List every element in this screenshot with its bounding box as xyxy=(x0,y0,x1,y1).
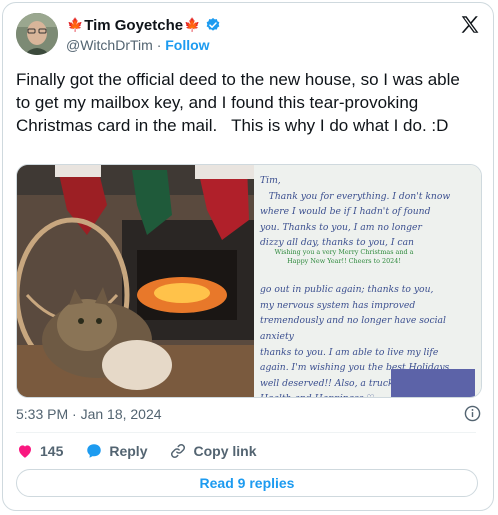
tweet-media[interactable]: Tim, Thank you for everything. I don't k… xyxy=(16,164,482,398)
display-name[interactable]: Tim Goyetche xyxy=(84,17,183,34)
tweet-text: Finally got the official deed to the new… xyxy=(16,70,465,135)
x-logo-icon[interactable] xyxy=(459,14,481,36)
like-count: 145 xyxy=(40,443,64,459)
christmas-card-photo[interactable]: Tim, Thank you for everything. I don't k… xyxy=(254,165,481,397)
fireplace-cat-photo[interactable] xyxy=(17,165,254,397)
link-icon xyxy=(171,443,186,459)
card-handwriting: Tim, Thank you for everything. I don't k… xyxy=(260,175,451,397)
avatar-image xyxy=(16,13,58,55)
card-printed-greeting: Wishing you a very Merry Christmas and a… xyxy=(274,248,414,265)
author-name-row[interactable]: 🍁 Tim Goyetche 🍁 xyxy=(66,15,221,35)
copy-link-label: Copy link xyxy=(193,443,257,459)
heart-icon xyxy=(19,445,31,458)
redacted-area xyxy=(391,369,475,397)
avatar[interactable] xyxy=(16,13,58,55)
read-replies-button[interactable]: Read 9 replies xyxy=(16,469,478,497)
maple-leaf-icon: 🍁 xyxy=(67,17,84,32)
reply-label: Reply xyxy=(109,443,148,459)
divider xyxy=(16,432,476,433)
reply-button[interactable]: Reply xyxy=(85,442,147,460)
info-icon[interactable] xyxy=(464,405,481,422)
follow-button[interactable]: Follow xyxy=(165,37,209,53)
handle[interactable]: @WitchDrTim xyxy=(66,37,153,53)
reply-bubble-icon xyxy=(87,444,102,458)
copy-link-button[interactable]: Copy link xyxy=(169,442,257,460)
maple-leaf-icon: 🍁 xyxy=(184,17,201,32)
verified-badge-icon xyxy=(205,17,221,33)
action-bar: 145 Reply Copy link xyxy=(16,441,279,461)
separator: · xyxy=(156,37,162,53)
like-button[interactable]: 145 xyxy=(16,442,63,460)
handle-row: @WitchDrTim · Follow xyxy=(66,37,210,53)
tweet-timestamp[interactable]: 5:33 PM · Jan 18, 2024 xyxy=(16,406,162,422)
